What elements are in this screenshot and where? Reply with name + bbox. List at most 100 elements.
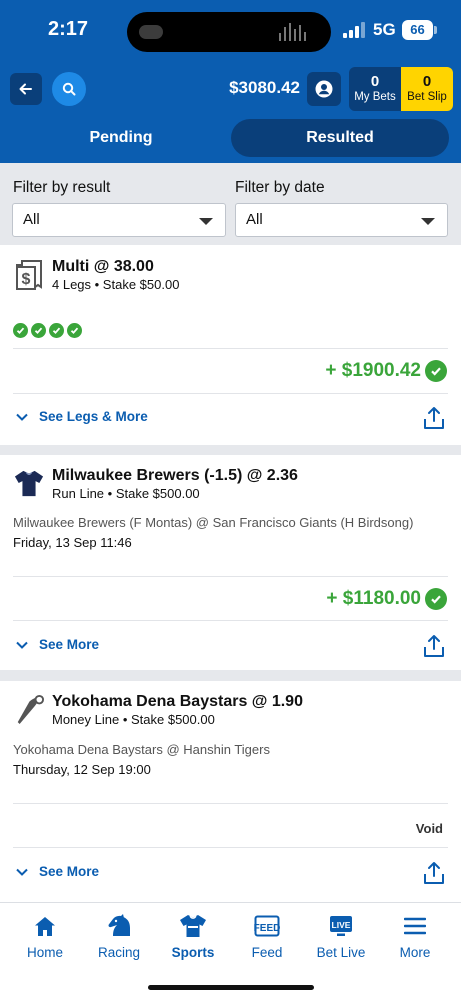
event-name: Yokohama Dena Baystars @ Hanshin Tigers <box>13 742 270 757</box>
bet-title: Yokohama Dena Baystars @ 1.90 <box>52 693 303 710</box>
user-icon <box>315 80 333 98</box>
won-check-icon <box>425 588 447 610</box>
nav-more[interactable]: More <box>378 913 452 960</box>
payout-won: + $1180.00 <box>326 588 447 610</box>
nav-sports[interactable]: Sports <box>156 913 230 960</box>
divider <box>13 576 448 577</box>
nav-home[interactable]: Home <box>8 913 82 960</box>
bet-title: Milwaukee Brewers (-1.5) @ 2.36 <box>52 467 298 484</box>
won-check-icon <box>425 360 447 382</box>
status-bar: 2:17 5G 66 <box>0 0 461 62</box>
search-button[interactable] <box>52 72 86 106</box>
divider <box>13 620 448 621</box>
home-indicator[interactable] <box>148 985 314 990</box>
see-more-toggle[interactable]: See More <box>15 637 99 652</box>
battery-icon: 66 <box>402 20 433 40</box>
leg-won-check-icon <box>13 323 28 338</box>
event-name: Milwaukee Brewers (F Montas) @ San Franc… <box>13 515 414 530</box>
nav-bet-live[interactable]: LIVE Bet Live <box>304 913 378 960</box>
filter-date-select[interactable]: All <box>235 203 448 237</box>
my-bets-count: 0 <box>370 73 380 90</box>
filters-bar: Filter by result Filter by date All All <box>0 163 461 245</box>
bet-title: Multi @ 38.00 <box>52 258 154 275</box>
leg-won-check-icon <box>31 323 46 338</box>
divider <box>13 348 448 349</box>
nav-sports-label: Sports <box>171 945 215 960</box>
event-date: Friday, 13 Sep 11:46 <box>13 535 132 550</box>
home-icon <box>35 917 55 936</box>
status-time: 2:17 <box>48 18 89 40</box>
camera-icon <box>139 25 163 39</box>
share-icon[interactable] <box>423 406 445 430</box>
see-more-label: See More <box>39 637 100 652</box>
dynamic-island <box>127 12 331 52</box>
leg-won-check-icon <box>67 323 82 338</box>
back-button[interactable] <box>10 73 42 105</box>
account-balance[interactable]: $3080.42 <box>200 78 300 98</box>
nav-racing-label: Racing <box>97 945 141 960</box>
my-bets-button[interactable]: 0 My Bets <box>349 67 401 111</box>
bet-card-yokohama: Yokohama Dena Baystars @ 1.90 Money Line… <box>0 681 461 902</box>
bet-subtitle: 4 Legs • Stake $50.00 <box>52 277 180 292</box>
filter-result-label: Filter by result <box>13 179 111 196</box>
bet-slip-label: Bet Slip <box>407 91 447 103</box>
account-button[interactable] <box>307 72 341 106</box>
filter-result-value: All <box>23 211 40 228</box>
nav-more-label: More <box>399 945 431 960</box>
payout-amount: + $1900.42 <box>325 360 421 381</box>
share-icon[interactable] <box>423 634 445 658</box>
nav-racing[interactable]: Racing <box>82 913 156 960</box>
bet-slip-button[interactable]: 0 Bet Slip <box>401 67 453 111</box>
filter-date-label: Filter by date <box>235 179 325 196</box>
bet-slip-count: 0 <box>422 73 432 90</box>
bet-card-multi: $ Multi @ 38.00 4 Legs • Stake $50.00 + … <box>0 245 461 445</box>
svg-text:$: $ <box>22 271 31 288</box>
signal-icon <box>343 22 367 38</box>
audio-bars-icon <box>279 23 311 41</box>
caret-down-icon <box>199 218 213 225</box>
multi-bet-receipt-icon: $ <box>14 259 44 291</box>
leg-won-check-icon <box>49 323 64 338</box>
jersey-icon <box>180 915 206 937</box>
bet-subtitle: Run Line • Stake $500.00 <box>52 486 200 501</box>
divider <box>13 847 448 848</box>
svg-text:LIVE: LIVE <box>332 920 351 930</box>
event-date: Thursday, 12 Sep 19:00 <box>13 762 151 777</box>
bet-status-tabs: Pending Resulted <box>0 119 461 157</box>
nav-feed[interactable]: FEED Feed <box>230 913 304 960</box>
chevron-down-icon <box>16 868 28 876</box>
battery-tip <box>434 26 437 34</box>
share-icon[interactable] <box>423 861 445 885</box>
arrow-left-icon <box>19 83 32 95</box>
payout-won: + $1900.42 <box>325 360 447 382</box>
svg-text:FEED: FEED <box>254 923 280 934</box>
baseball-bat-icon <box>14 693 44 725</box>
chevron-down-icon <box>16 413 28 421</box>
tab-pending[interactable]: Pending <box>10 119 232 157</box>
team-jersey-icon <box>14 467 44 499</box>
filter-result-select[interactable]: All <box>12 203 226 237</box>
hamburger-menu-icon <box>404 917 426 935</box>
see-legs-more-label: See Legs & More <box>39 409 148 424</box>
horse-head-icon <box>108 914 130 936</box>
my-bets-label: My Bets <box>354 91 396 103</box>
app-header: 2:17 5G 66 $3080.42 0 My Bets 0 Bet Slip <box>0 0 461 163</box>
nav-bet-live-label: Bet Live <box>316 945 366 960</box>
see-more-toggle[interactable]: See More <box>15 864 99 879</box>
feed-icon: FEED <box>254 915 280 937</box>
caret-down-icon <box>421 218 435 225</box>
divider <box>13 803 448 804</box>
network-type: 5G <box>373 20 396 39</box>
legs-result-indicators <box>13 323 82 338</box>
chevron-down-icon <box>16 641 28 649</box>
nav-feed-label: Feed <box>251 945 283 960</box>
see-legs-more-toggle[interactable]: See Legs & More <box>15 409 148 424</box>
nav-home-label: Home <box>26 945 63 960</box>
payout-amount: + $1180.00 <box>326 588 421 609</box>
bet-card-milwaukee: Milwaukee Brewers (-1.5) @ 2.36 Run Line… <box>0 455 461 670</box>
live-tv-icon: LIVE <box>330 916 352 936</box>
filter-date-value: All <box>246 211 263 228</box>
bet-subtitle: Money Line • Stake $500.00 <box>52 712 215 727</box>
divider <box>13 393 448 394</box>
tab-resulted[interactable]: Resulted <box>231 119 449 157</box>
